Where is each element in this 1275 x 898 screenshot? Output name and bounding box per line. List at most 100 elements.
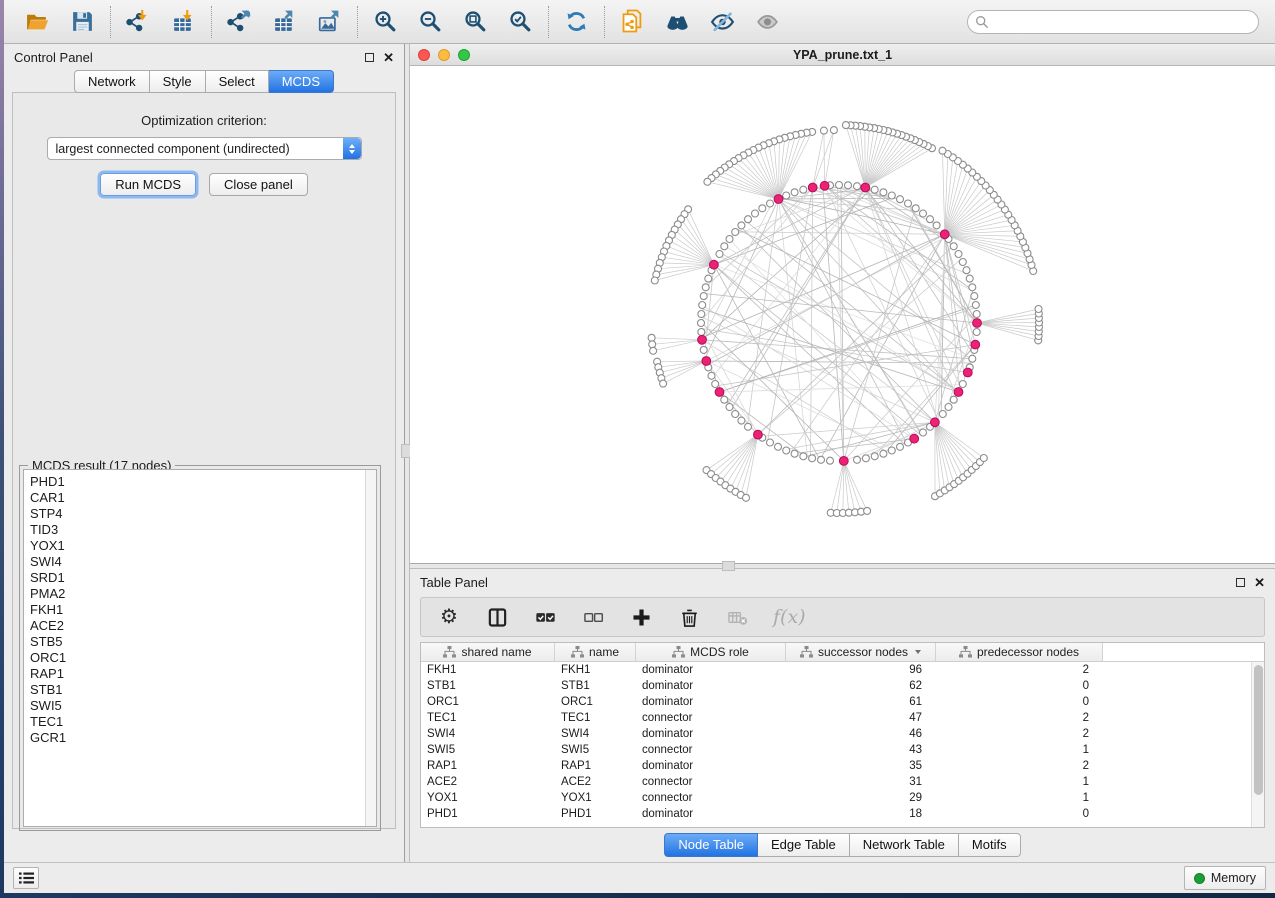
mcds-result-item[interactable]: STP4 [30,506,365,522]
graph-node[interactable] [708,372,715,379]
table-row[interactable]: PHD1PHD1dominator180 [421,806,1264,822]
graph-node[interactable] [745,423,752,430]
graph-node[interactable] [969,284,976,291]
search-box[interactable] [967,10,1259,34]
mcds-result-item[interactable]: SWI4 [30,554,365,570]
graph-node[interactable] [836,182,843,189]
table-mode-button[interactable]: ⚙ [437,605,461,629]
mcds-result-item[interactable]: PMA2 [30,586,365,602]
zoom-in-button[interactable] [372,8,399,35]
graph-node[interactable] [973,329,980,336]
mcds-hub-node[interactable] [963,368,972,377]
column-header-shared-name[interactable]: shared name [421,643,555,661]
mcds-result-item[interactable]: ACE2 [30,618,365,634]
graph-node[interactable] [650,347,657,354]
graph-node[interactable] [745,216,752,223]
tab-network-table[interactable]: Network Table [850,833,959,857]
table-scrollbar[interactable] [1251,662,1264,827]
open-file-button[interactable] [24,8,51,35]
graph-node[interactable] [700,293,707,300]
graph-node[interactable] [950,243,957,250]
mcds-hub-node[interactable] [774,195,783,204]
apply-preferred-layout-button[interactable] [563,8,590,35]
graph-node[interactable] [955,251,962,258]
graph-node[interactable] [732,229,739,236]
delete-column-button[interactable] [677,605,701,629]
deselect-all-button[interactable] [581,605,605,629]
graph-node[interactable] [888,447,895,454]
close-panel-icon[interactable]: ✕ [1254,578,1265,587]
mcds-hub-node[interactable] [931,418,940,427]
mcds-hub-node[interactable] [971,340,980,349]
graph-node[interactable] [1035,306,1042,313]
new-network-from-selection-button[interactable] [619,8,646,35]
graph-node[interactable] [700,346,707,353]
save-session-button[interactable] [69,8,96,35]
graph-node[interactable] [939,411,946,418]
mcds-result-list[interactable]: PHD1CAR1STP4TID3YOX1SWI4SRD1PMA2FKH1ACE2… [23,469,377,827]
mcds-hub-node[interactable] [715,388,724,397]
float-panel-icon[interactable] [1236,578,1245,587]
tab-mcds[interactable]: MCDS [269,70,334,93]
graph-node[interactable] [845,182,852,189]
close-window-icon[interactable] [418,49,430,61]
mcds-list-scrollbar[interactable] [365,470,376,826]
tab-edge-table[interactable]: Edge Table [758,833,850,857]
graph-node[interactable] [800,453,807,460]
graph-node[interactable] [767,439,774,446]
graph-node[interactable] [783,192,790,199]
graph-node[interactable] [945,404,952,411]
graph-node[interactable] [783,447,790,454]
graph-node[interactable] [864,507,871,514]
table-row[interactable]: SWI4SWI4dominator462 [421,726,1264,742]
create-column-button[interactable] [629,605,653,629]
graph-node[interactable] [854,183,861,190]
mcds-hub-node[interactable] [702,357,711,366]
mcds-hub-node[interactable] [954,388,963,397]
horizontal-splitter[interactable] [410,563,1275,569]
mcds-hub-node[interactable] [808,183,817,192]
graph-node[interactable] [726,236,733,243]
graph-node[interactable] [767,200,774,207]
graph-node[interactable] [972,302,979,309]
graph-node[interactable] [752,210,759,217]
graph-node[interactable] [854,456,861,463]
graph-node[interactable] [959,381,966,388]
graph-node[interactable] [897,443,904,450]
graph-node[interactable] [971,293,978,300]
mcds-result-item[interactable]: RAP1 [30,666,365,682]
graph-node[interactable] [920,429,927,436]
graph-node[interactable] [969,355,976,362]
network-graph[interactable] [410,66,1275,558]
graph-node[interactable] [705,275,712,282]
graph-node[interactable] [897,196,904,203]
graph-node[interactable] [927,216,934,223]
scrollbar-thumb[interactable] [1254,665,1263,795]
graph-node[interactable] [712,381,719,388]
table-row[interactable]: RAP1RAP1dominator352 [421,758,1264,774]
graph-node[interactable] [698,320,705,327]
mcds-hub-node[interactable] [910,434,919,443]
splitter-grip[interactable] [722,561,735,571]
graph-node[interactable] [871,453,878,460]
graph-node[interactable] [698,311,705,318]
table-row[interactable]: STB1STB1dominator620 [421,678,1264,694]
mcds-result-item[interactable]: SWI5 [30,698,365,714]
graph-node[interactable] [809,455,816,462]
graph-node[interactable] [699,302,706,309]
graph-node[interactable] [827,457,834,464]
import-table-button[interactable] [170,8,197,35]
close-panel-icon[interactable]: ✕ [383,53,394,62]
graph-node[interactable] [800,186,807,193]
zoom-out-button[interactable] [417,8,444,35]
table-row[interactable]: YOX1YOX1connector291 [421,790,1264,806]
mcds-result-item[interactable]: TEC1 [30,714,365,730]
mcds-hub-node[interactable] [820,181,829,190]
graph-node[interactable] [963,267,970,274]
graph-node[interactable] [880,450,887,457]
mcds-hub-node[interactable] [861,183,870,192]
mcds-hub-node[interactable] [839,457,848,466]
close-panel-button[interactable]: Close panel [209,173,308,196]
zoom-fit-button[interactable] [462,8,489,35]
mcds-result-item[interactable]: CAR1 [30,490,365,506]
